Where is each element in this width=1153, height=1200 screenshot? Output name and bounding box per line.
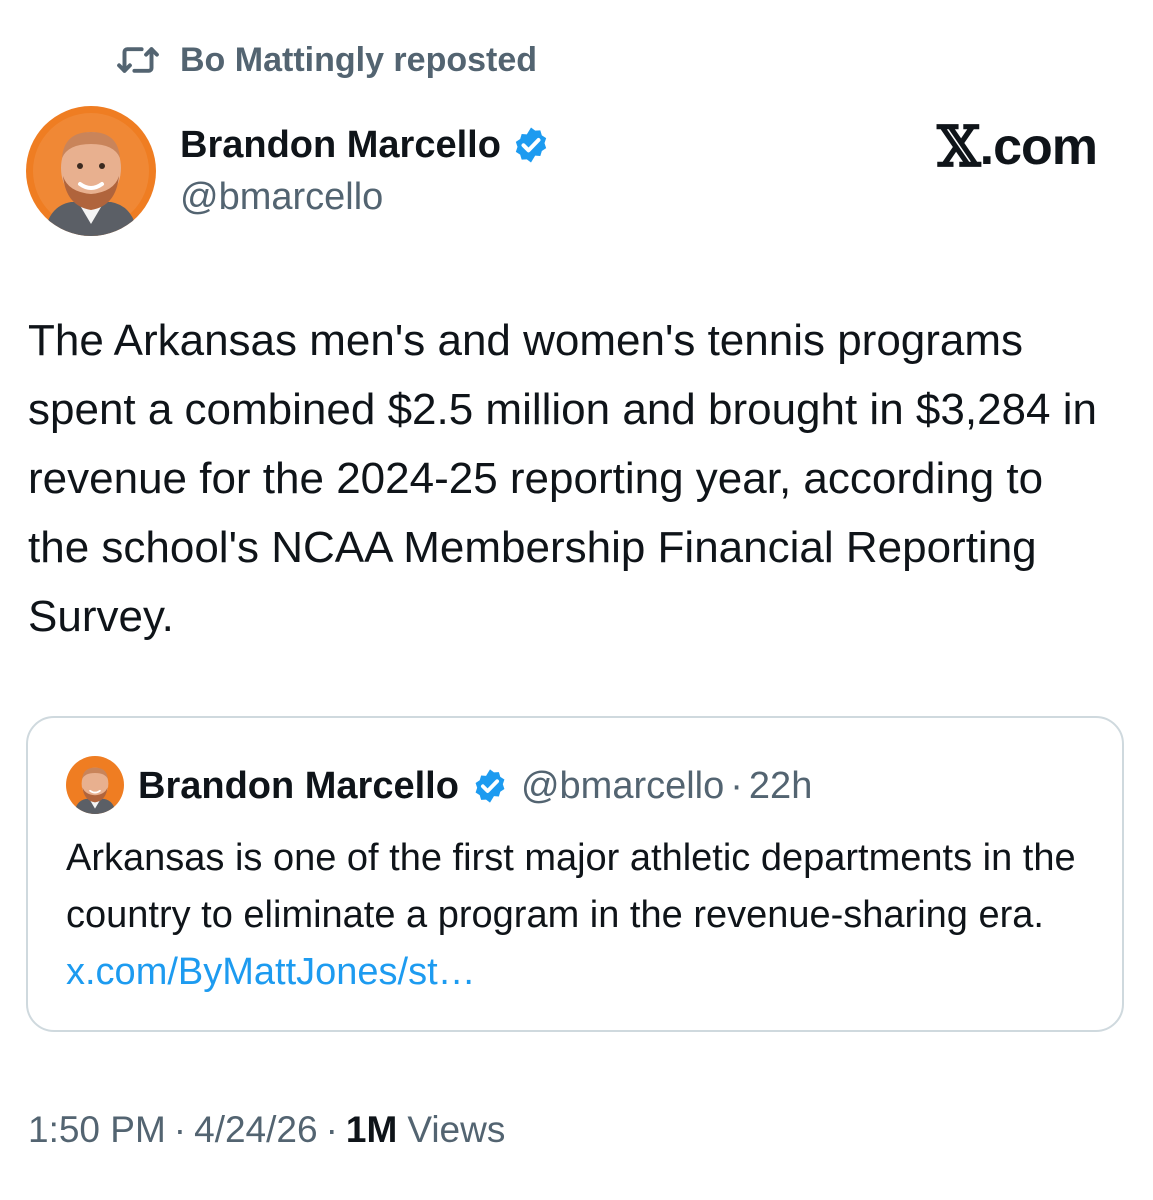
brand-suffix: .com [979, 118, 1098, 176]
tweet-date[interactable]: 4/24/26 [194, 1109, 317, 1151]
quoted-tweet-header: Brandon Marcello @bmarcello · 22h [138, 760, 812, 812]
author-name[interactable]: Brandon Marcello [180, 120, 551, 170]
x-com-watermark: 𝕏 .com [937, 112, 1098, 182]
quoted-tweet-card[interactable]: Brandon Marcello @bmarcello · 22h Arkans… [26, 716, 1124, 1032]
quoted-tweet-link[interactable]: x.com/ByMattJones/st… [66, 951, 476, 993]
verified-badge-icon [471, 767, 509, 805]
quoted-meta-separator: · [730, 764, 743, 807]
views-count[interactable]: 1M [346, 1109, 397, 1151]
meta-separator: · [173, 1109, 187, 1150]
quoted-author-avatar[interactable] [66, 756, 124, 814]
quoted-author-handle[interactable]: @bmarcello [521, 765, 724, 808]
author-handle[interactable]: @bmarcello [180, 172, 383, 222]
tweet-time[interactable]: 1:50 PM [28, 1109, 166, 1151]
repost-label: Bo Mattingly reposted [180, 40, 538, 79]
repost-context[interactable]: Bo Mattingly reposted [116, 38, 537, 82]
verified-badge-icon [511, 125, 551, 165]
quoted-tweet-time[interactable]: 22h [749, 765, 812, 808]
author-name-text: Brandon Marcello [180, 123, 501, 166]
author-avatar[interactable] [26, 106, 156, 236]
quoted-tweet-text: Arkansas is one of the first major athle… [66, 830, 1096, 1001]
x-logo-icon: 𝕏 [937, 114, 980, 180]
tweet-text: The Arkansas men's and women's tennis pr… [28, 316, 1097, 641]
quoted-tweet-body: Arkansas is one of the first major athle… [66, 837, 1076, 936]
views-label: Views [407, 1109, 506, 1150]
quoted-author-name[interactable]: Brandon Marcello [138, 765, 459, 808]
tweet-meta: 1:50 PM · 4/24/26 · 1M Views [28, 1104, 505, 1156]
meta-separator: · [325, 1109, 338, 1150]
repost-icon [116, 40, 160, 80]
